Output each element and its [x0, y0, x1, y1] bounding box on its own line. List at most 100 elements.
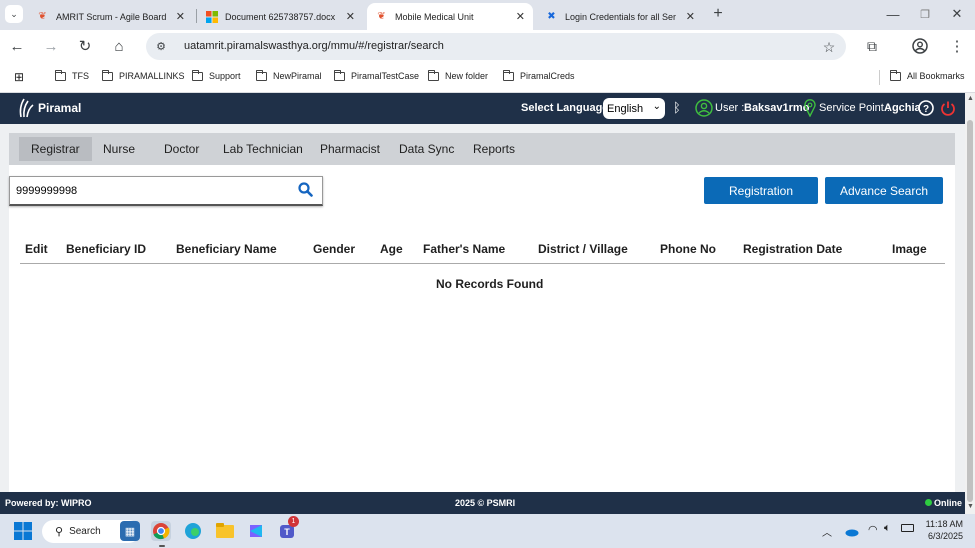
close-window-icon[interactable]: ✕ — [947, 4, 967, 24]
bookmark-tfs[interactable]: TFS — [55, 69, 89, 81]
scroll-down-icon[interactable]: ▼ — [967, 503, 974, 510]
forward-icon[interactable]: → — [41, 36, 61, 56]
store-app-icon[interactable]: ▦ — [120, 521, 140, 541]
search-icon[interactable] — [298, 182, 313, 202]
beneficiary-search-input[interactable]: 9999999998 — [9, 176, 323, 206]
scrollbar-thumb[interactable] — [967, 120, 973, 502]
battery-icon[interactable] — [901, 524, 914, 532]
column-header-fathers-name: Father's Name — [423, 242, 506, 256]
menu-lab-technician[interactable]: Lab Technician — [211, 133, 315, 165]
site-info-icon[interactable]: ⚙ — [152, 37, 170, 55]
menu-doctor[interactable]: Doctor — [152, 133, 211, 165]
piramal-logo-icon — [19, 98, 34, 118]
menu-reports[interactable]: Reports — [461, 133, 527, 165]
bookmarks-bar: ⊞ TFS PIRAMALLINKS Support NewPiramal Pi… — [0, 62, 975, 93]
tab-login-credentials[interactable]: ✖ Login Credentials for all Ser ✕ — [537, 3, 703, 30]
online-status-text: Online — [934, 498, 963, 508]
user-name: Baksav1rmo — [744, 102, 810, 114]
tab-amrit-scrum[interactable]: ❦ AMRIT Scrum - Agile Board ✕ — [28, 3, 193, 30]
volume-icon[interactable]: 🔈︎ — [884, 522, 891, 535]
language-selected-value: English — [607, 102, 644, 115]
tab-document[interactable]: Document 625738757.docx ✕ — [197, 3, 363, 30]
piramal-logo[interactable]: Piramal — [18, 97, 81, 119]
minimize-icon[interactable]: — — [883, 4, 903, 24]
edge-app-icon[interactable] — [183, 521, 203, 541]
help-icon[interactable]: ? — [918, 100, 934, 121]
active-app-indicator — [159, 545, 165, 547]
restore-icon[interactable]: ❐ — [915, 4, 935, 24]
chevron-down-icon: ⌄ — [652, 101, 661, 112]
tab-search-button[interactable]: ⌄ — [5, 5, 23, 23]
taskbar-time[interactable]: 11:18 AM — [925, 519, 963, 529]
bookmark-piramallinks[interactable]: PIRAMALLINKS — [102, 69, 185, 81]
column-header-beneficiary-name: Beneficiary Name — [176, 242, 277, 256]
back-icon[interactable]: ← — [7, 36, 27, 56]
role-menu-bar: Registrar Nurse Doctor Lab Technician Ph… — [9, 133, 955, 165]
tab-mobile-medical-unit[interactable]: ❦ Mobile Medical Unit ✕ — [367, 3, 533, 30]
registration-button[interactable]: Registration — [704, 177, 818, 204]
page-scrollbar[interactable]: ▲ ▼ — [965, 93, 975, 514]
svg-text:T: T — [284, 527, 290, 537]
folder-icon — [503, 69, 514, 81]
advance-search-button[interactable]: Advance Search — [825, 177, 943, 204]
column-header-image: Image — [892, 242, 927, 256]
power-logout-icon[interactable] — [940, 100, 956, 121]
online-status-dot-icon — [925, 499, 932, 506]
profile-icon[interactable] — [910, 36, 930, 56]
browser-toolbar: ← → ↻ ⌂ ⚙ uatamrit.piramalswasthya.org/m… — [0, 30, 975, 62]
bookmark-all-bookmarks[interactable]: All Bookmarks — [890, 69, 965, 81]
menu-pharmacist[interactable]: Pharmacist — [308, 133, 392, 165]
content-panel — [9, 165, 955, 492]
teams-app-icon[interactable]: T 1 — [278, 516, 299, 541]
microsoft-favicon-icon — [205, 10, 218, 23]
service-point-label: Service Point : — [819, 102, 890, 114]
folder-icon — [192, 69, 203, 81]
close-tab-icon[interactable]: ✕ — [686, 10, 695, 23]
apps-grid-icon[interactable]: ⊞ — [14, 70, 24, 84]
column-header-registration-date: Registration Date — [743, 242, 843, 256]
menu-kebab-icon[interactable]: ⋮ — [947, 36, 967, 56]
file-explorer-icon[interactable] — [215, 521, 235, 541]
bookmark-divider — [879, 70, 880, 85]
microsoft-365-icon[interactable] — [246, 521, 266, 541]
chevron-up-icon[interactable]: ︿ — [822, 524, 832, 539]
user-icon — [695, 99, 713, 122]
close-tab-icon[interactable]: ✕ — [346, 10, 355, 23]
chrome-app-icon[interactable] — [151, 521, 171, 541]
reload-icon[interactable]: ↻ — [75, 36, 95, 56]
search-input-value: 9999999998 — [16, 185, 78, 197]
menu-data-sync[interactable]: Data Sync — [387, 133, 466, 165]
close-tab-icon[interactable]: ✕ — [516, 10, 525, 23]
footer-copyright: 2025 © PSMRI — [455, 498, 516, 508]
folder-icon — [428, 69, 439, 81]
taskbar-date[interactable]: 6/3/2025 — [925, 531, 963, 541]
column-header-phone-no: Phone No — [660, 242, 716, 256]
taskbar-search-label: Search — [69, 526, 101, 537]
footer-powered-by: Powered by: WIPRO — [5, 498, 92, 508]
url-text[interactable]: uatamrit.piramalswasthya.org/mmu/#/regis… — [184, 40, 444, 52]
folder-icon — [55, 69, 66, 81]
close-tab-icon[interactable]: ✕ — [176, 10, 185, 23]
bookmark-star-icon[interactable]: ☆ — [819, 37, 839, 57]
bookmark-new-folder[interactable]: New folder — [428, 69, 488, 81]
extensions-icon[interactable]: ⧉ — [862, 36, 882, 56]
service-point-value: Agchia — [884, 102, 921, 114]
windows-start-icon[interactable] — [13, 521, 33, 541]
bookmark-piramaltestcase[interactable]: PiramalTestCase — [334, 69, 419, 81]
language-select[interactable]: English ⌄ — [603, 98, 665, 119]
piramal-favicon-icon: ❦ — [38, 11, 47, 22]
menu-nurse[interactable]: Nurse — [91, 133, 147, 165]
bluetooth-icon[interactable]: ᛒ — [673, 100, 681, 115]
menu-registrar[interactable]: Registrar — [19, 137, 92, 161]
table-header-divider — [20, 263, 945, 264]
bookmark-support[interactable]: Support — [192, 69, 241, 81]
scroll-up-icon[interactable]: ▲ — [967, 95, 974, 102]
tab-title: AMRIT Scrum - Agile Board — [56, 11, 167, 22]
address-bar[interactable]: ⚙ uatamrit.piramalswasthya.org/mmu/#/reg… — [146, 33, 846, 60]
wifi-icon[interactable]: ◠ — [868, 523, 878, 536]
onedrive-icon[interactable] — [845, 524, 859, 542]
home-icon[interactable]: ⌂ — [109, 36, 129, 56]
bookmark-newpiramal[interactable]: NewPiramal — [256, 69, 322, 81]
bookmark-piramalcreds[interactable]: PiramalCreds — [503, 69, 575, 81]
new-tab-icon[interactable]: + — [708, 4, 728, 24]
